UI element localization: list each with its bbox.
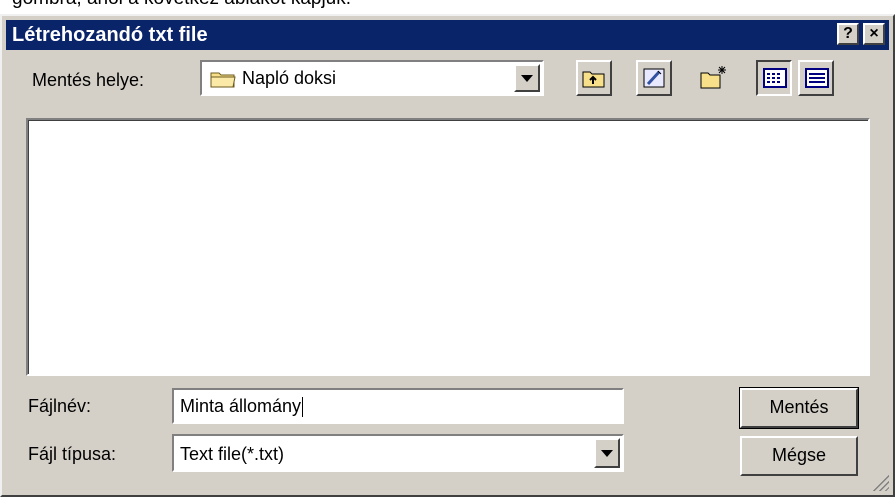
filetype-label: Fájl típusa: (28, 444, 117, 464)
save-location-combo[interactable]: Napló doksi (200, 60, 544, 96)
chevron-down-icon (601, 450, 613, 457)
help-button[interactable]: ? (837, 23, 859, 45)
filetype-dropdown-button[interactable] (594, 438, 620, 468)
folder-icon (210, 69, 236, 94)
cancel-button[interactable]: Mégse (740, 436, 858, 476)
save-button[interactable]: Mentés (739, 387, 859, 429)
new-folder-icon (700, 64, 730, 95)
background-sentence: gombra, ahol a következ ablakot kapjuk. (12, 0, 351, 10)
file-list[interactable] (26, 118, 870, 376)
resize-grip[interactable] (873, 475, 889, 491)
list-view-icon (763, 68, 787, 93)
desktop-button[interactable] (636, 60, 672, 96)
close-button[interactable]: × (863, 23, 885, 45)
desktop-icon (642, 66, 666, 95)
up-one-level-icon (582, 67, 606, 94)
details-view-icon (805, 68, 829, 93)
save-location-label: Mentés helye: (32, 70, 145, 90)
details-view-button[interactable] (798, 60, 834, 96)
save-dialog: Létrehozandó txt file ? × Mentés helye: … (0, 14, 895, 497)
save-location-dropdown-button[interactable] (514, 64, 540, 92)
filename-input[interactable]: Minta állomány (172, 388, 624, 424)
filetype-select[interactable]: Text file(*.txt) (172, 434, 624, 472)
title-bar[interactable]: Létrehozandó txt file ? × (6, 20, 889, 50)
filetype-value: Text file(*.txt) (180, 444, 285, 464)
new-folder-button[interactable] (696, 60, 732, 96)
chevron-down-icon (521, 75, 533, 82)
filename-value: Minta állomány (180, 396, 302, 416)
list-view-button[interactable] (756, 60, 792, 96)
text-caret (302, 397, 304, 418)
save-location-value: Napló doksi (242, 68, 337, 88)
dialog-title: Létrehozandó txt file (12, 24, 208, 46)
up-one-level-button[interactable] (576, 60, 612, 96)
filename-label: Fájlnév: (28, 396, 92, 416)
